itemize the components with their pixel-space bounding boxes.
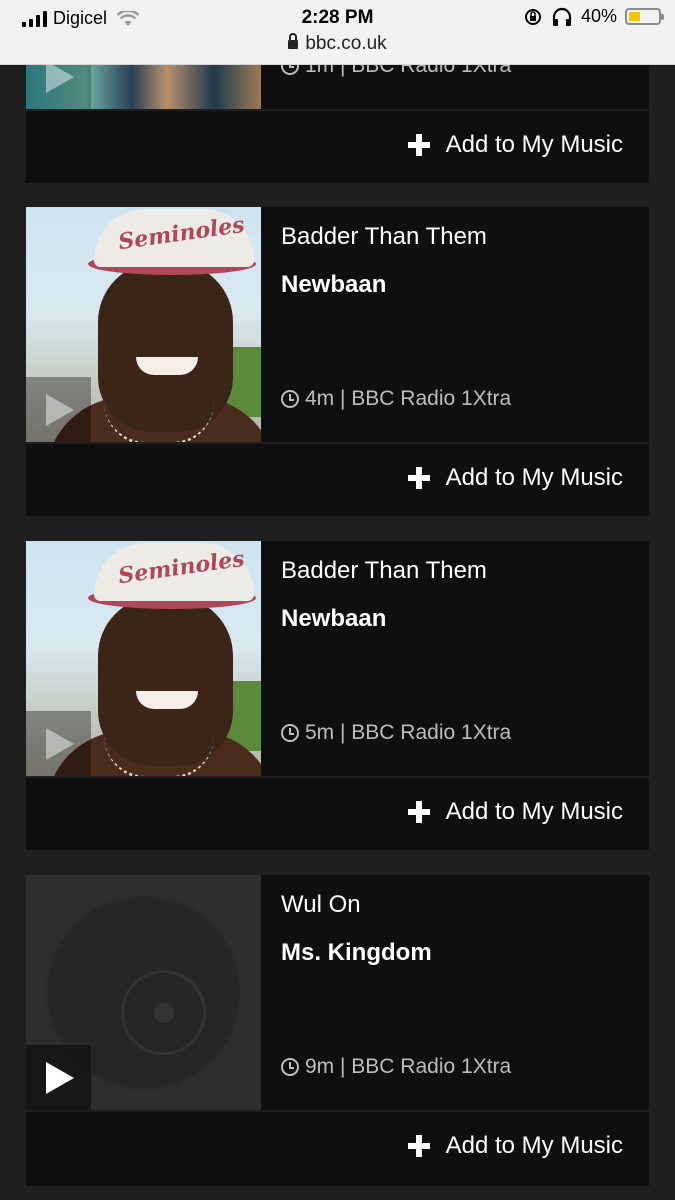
play-button[interactable] — [26, 1045, 91, 1110]
track-title[interactable]: Wul On — [281, 891, 361, 919]
plus-icon — [407, 801, 430, 823]
orientation-lock-icon — [524, 8, 541, 25]
add-to-my-music-button[interactable]: Add to My Music — [407, 798, 623, 826]
url-text: bbc.co.uk — [305, 33, 387, 54]
battery-percent: 40% — [580, 6, 617, 26]
plus-icon — [407, 134, 430, 156]
add-label: Add to My Music — [445, 798, 623, 825]
add-row: Add to My Music — [26, 444, 649, 516]
track-artwork: Seminoles — [26, 541, 261, 776]
track-artist[interactable]: Newbaan — [281, 271, 386, 299]
track-artist[interactable]: Ms. Kingdom — [281, 939, 432, 967]
track-info: Badder Than Them Newbaan 4m | BBC Radio … — [281, 207, 649, 442]
battery-fill — [629, 12, 641, 21]
play-icon — [46, 394, 74, 426]
track-info: Badder Than Them Newbaan 5m | BBC Radio … — [281, 541, 649, 776]
track-meta: 9m | BBC Radio 1Xtra — [281, 1055, 511, 1079]
add-to-my-music-button[interactable]: Add to My Music — [407, 464, 623, 492]
play-icon — [46, 61, 74, 93]
plus-icon — [407, 467, 430, 489]
add-row: Add to My Music — [26, 778, 649, 850]
add-to-my-music-button[interactable]: Add to My Music — [407, 1132, 623, 1160]
track-meta: 5m | BBC Radio 1Xtra — [281, 721, 511, 745]
headphones-icon — [552, 7, 572, 26]
track-row[interactable]: Seminoles Badder Than Them Newbaan 4m | … — [26, 207, 649, 442]
status-icons: 40% — [523, 6, 664, 27]
play-icon — [46, 1062, 74, 1094]
add-label: Add to My Music — [445, 464, 623, 491]
add-label: Add to My Music — [445, 131, 623, 158]
clock-icon — [281, 390, 299, 408]
track-row[interactable]: Wul On Ms. Kingdom 9m | BBC Radio 1Xtra — [26, 875, 649, 1110]
add-to-my-music-button[interactable]: Add to My Music — [407, 131, 623, 159]
track-artwork — [26, 875, 261, 1110]
track-title[interactable]: Badder Than Them — [281, 223, 487, 251]
play-button[interactable] — [26, 377, 91, 442]
track-meta-text: 5m | BBC Radio 1Xtra — [305, 721, 512, 744]
add-label: Add to My Music — [445, 1132, 623, 1159]
track-meta-text: 9m | BBC Radio 1Xtra — [305, 1055, 512, 1078]
clock-icon — [281, 724, 299, 742]
play-button[interactable] — [26, 711, 91, 776]
lock-icon — [288, 33, 299, 49]
add-row: Add to My Music — [26, 1112, 649, 1186]
track-artist[interactable]: Newbaan — [281, 605, 386, 633]
address-bar[interactable]: bbc.co.uk — [0, 33, 675, 55]
play-icon — [46, 728, 74, 760]
track-meta: 4m | BBC Radio 1Xtra — [281, 387, 511, 411]
track-title[interactable]: Badder Than Them — [281, 557, 487, 585]
add-row: Add to My Music — [26, 111, 649, 183]
battery-icon — [625, 8, 664, 25]
clock-icon — [281, 1058, 299, 1076]
track-info: Wul On Ms. Kingdom 9m | BBC Radio 1Xtra — [281, 875, 649, 1110]
track-row[interactable]: Seminoles Badder Than Them Newbaan 5m | … — [26, 541, 649, 776]
track-artwork: Seminoles — [26, 207, 261, 442]
status-bar: Digicel 2:28 PM bbc.co.uk 40% — [0, 0, 675, 65]
track-meta-text: 4m | BBC Radio 1Xtra — [305, 387, 512, 410]
plus-icon — [407, 1135, 430, 1157]
